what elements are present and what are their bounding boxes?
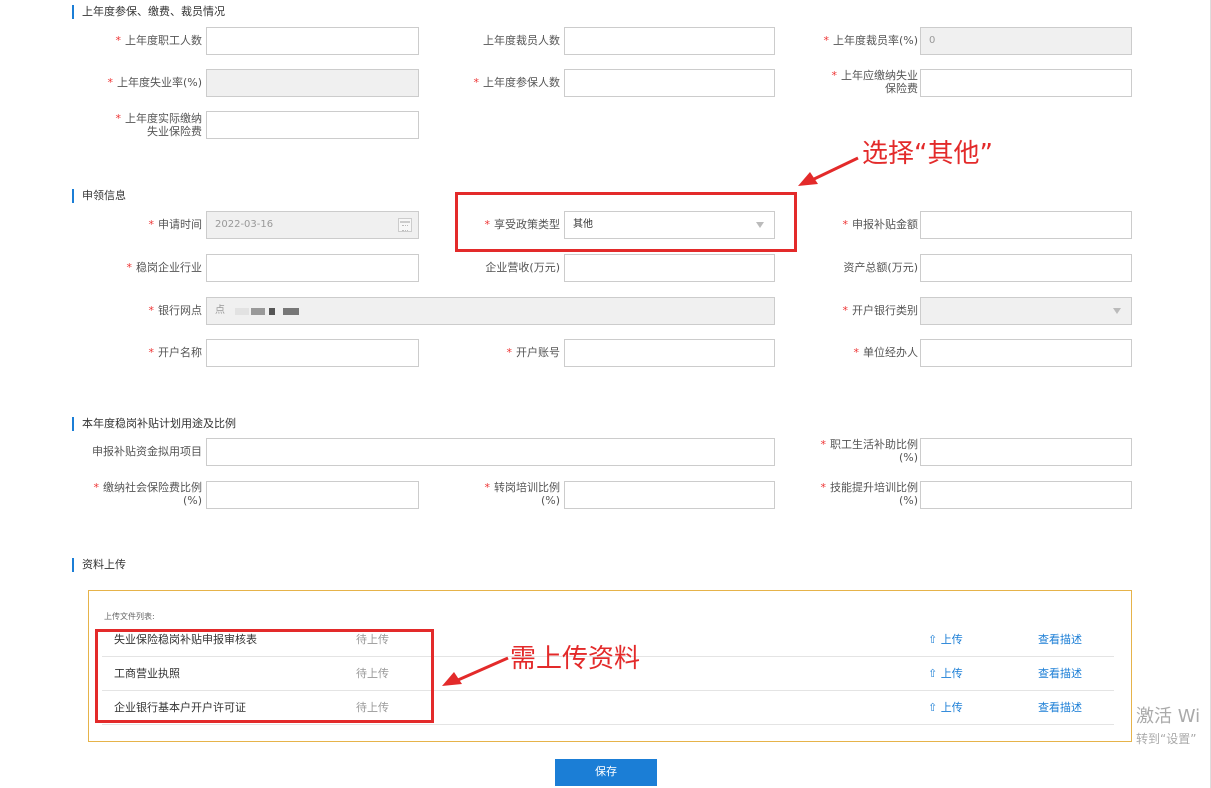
annotation-need-upload: 需上传资料	[510, 644, 641, 674]
employees-input[interactable]	[206, 27, 419, 55]
apply-date-value: 2022-03-16	[215, 219, 274, 230]
payable-label: * 上年应缴纳失业 保险费	[831, 69, 919, 95]
payable-input[interactable]	[920, 69, 1132, 97]
branch-input[interactable]: 点	[206, 297, 775, 325]
social-insurance-input[interactable]	[206, 481, 419, 509]
upload-icon: ⇧	[928, 667, 938, 680]
section-title-claim: 申领信息	[72, 189, 126, 203]
layoffs-label: 上年度裁员人数	[483, 34, 560, 47]
masked-text	[251, 308, 265, 315]
skill-training-input[interactable]	[920, 481, 1132, 509]
account-name-label: * 开户名称	[148, 346, 203, 359]
transfer-training-label: * 转岗培训比例 (%)	[484, 481, 561, 507]
windows-activation-hint: 转到“设置”	[1136, 732, 1197, 746]
upload-icon: ⇧	[928, 701, 938, 714]
industry-label: * 稳岗企业行业	[126, 261, 203, 274]
apply-date-input[interactable]: 2022-03-16	[206, 211, 419, 239]
branch-label: * 银行网点	[148, 304, 203, 317]
assets-label: 资产总额(万元)	[843, 261, 918, 274]
insured-label: * 上年度参保人数	[473, 76, 561, 89]
living-subsidy-input[interactable]	[920, 438, 1132, 466]
project-input[interactable]	[206, 438, 775, 466]
apply-date-label: * 申请时间	[148, 218, 203, 231]
actual-paid-label: * 上年度实际缴纳 失业保险费	[115, 112, 203, 138]
assets-input[interactable]	[920, 254, 1132, 282]
project-label: 申报补贴资金拟用项目	[92, 445, 202, 458]
calendar-icon[interactable]	[398, 218, 412, 232]
view-description-link[interactable]: 查看描述	[1038, 699, 1082, 715]
masked-text	[235, 308, 249, 315]
handler-input[interactable]	[920, 339, 1132, 367]
industry-input[interactable]	[206, 254, 419, 282]
layoff-rate-input[interactable]: 0	[920, 27, 1132, 55]
upload-list-title: 上传文件列表:	[104, 612, 155, 621]
arrow-annotation-icon	[798, 156, 859, 186]
account-name-input[interactable]	[206, 339, 419, 367]
employees-label: * 上年度职工人数	[115, 34, 203, 47]
insured-input[interactable]	[564, 69, 775, 97]
handler-label: * 单位经办人	[853, 346, 919, 359]
upload-icon: ⇧	[928, 633, 938, 646]
revenue-input[interactable]	[564, 254, 775, 282]
layoff-rate-label: * 上年度裁员率(%)	[823, 34, 918, 47]
branch-value: 点	[215, 305, 225, 316]
skill-training-label: * 技能提升培训比例 (%)	[820, 481, 919, 507]
upload-link[interactable]: ⇧ 上传	[928, 699, 963, 715]
section-title-plan: 本年度稳岗补贴计划用途及比例	[72, 417, 236, 431]
windows-activation-watermark: 激活 Wi	[1136, 706, 1201, 727]
bank-type-label: * 开户银行类别	[842, 304, 919, 317]
annotation-select-other: 选择“其他”	[862, 139, 993, 169]
social-insurance-label: * 缴纳社会保险费比例 (%)	[93, 481, 203, 507]
section-title-upload: 资料上传	[72, 558, 126, 572]
chevron-down-icon	[1113, 308, 1121, 314]
bank-type-select[interactable]	[920, 297, 1132, 325]
unemployment-rate-label: * 上年度失业率(%)	[107, 76, 202, 89]
unemployment-rate-input[interactable]	[206, 69, 419, 97]
living-subsidy-label: * 职工生活补助比例 (%)	[820, 438, 919, 464]
actual-paid-input[interactable]	[206, 111, 419, 139]
view-description-link[interactable]: 查看描述	[1038, 631, 1082, 647]
arrow-annotation-icon	[442, 656, 509, 686]
highlight-policy-type	[455, 192, 797, 252]
amount-label: * 申报补贴金额	[842, 218, 919, 231]
highlight-upload-files	[95, 629, 434, 723]
upload-link[interactable]: ⇧ 上传	[928, 631, 963, 647]
account-no-label: * 开户账号	[506, 346, 561, 359]
revenue-label: 企业营收(万元)	[485, 261, 560, 274]
masked-text	[269, 308, 275, 315]
masked-text	[283, 308, 299, 315]
view-description-link[interactable]: 查看描述	[1038, 665, 1082, 681]
section-title-insurance: 上年度参保、缴费、裁员情况	[72, 5, 225, 19]
account-no-input[interactable]	[564, 339, 775, 367]
save-button[interactable]: 保存	[555, 759, 657, 786]
layoffs-input[interactable]	[564, 27, 775, 55]
upload-link[interactable]: ⇧ 上传	[928, 665, 963, 681]
amount-input[interactable]	[920, 211, 1132, 239]
transfer-training-input[interactable]	[564, 481, 775, 509]
